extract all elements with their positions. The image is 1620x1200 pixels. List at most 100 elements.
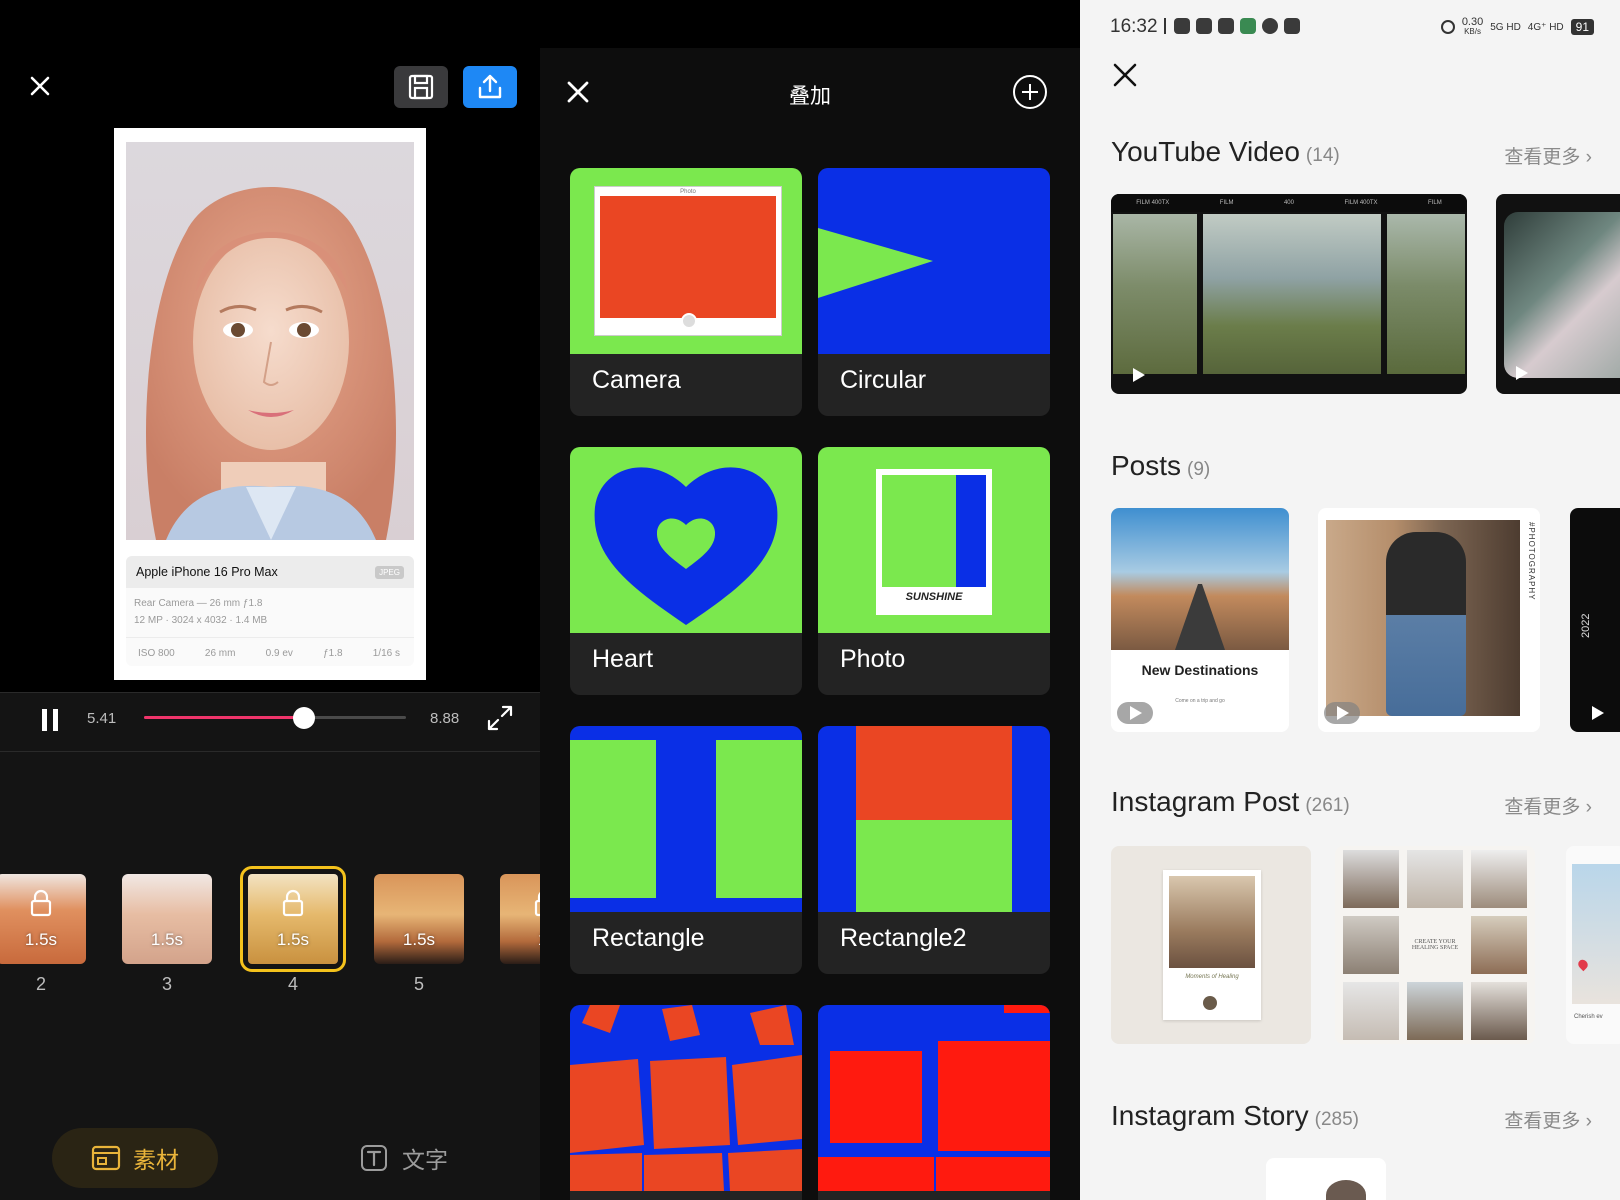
see-more-instagram-post[interactable]: 查看更多 › <box>1504 792 1592 819</box>
clip-duration: 1.5s <box>150 930 184 949</box>
overlay-label: Circular <box>840 366 927 394</box>
post-template-card-2[interactable]: #PHOTOGRAPHY <box>1318 508 1540 732</box>
instagram-story-card[interactable] <box>1266 1158 1386 1200</box>
overlay-card-heart[interactable]: Heart <box>570 447 802 695</box>
clip-number: 2 <box>35 974 46 994</box>
ig-card-caption: Moments of Healing <box>1185 974 1239 980</box>
clip-duration: 1.5s <box>402 930 436 949</box>
scrubber-progress <box>144 716 304 719</box>
stat-iso: ISO 800 <box>138 648 175 659</box>
close-icon[interactable] <box>26 72 54 100</box>
close-icon[interactable] <box>1112 62 1138 88</box>
instagram-post-card-3[interactable]: Cherish ev <box>1566 846 1620 1044</box>
post-template-card-3[interactable]: 2022 <box>1570 508 1620 732</box>
clip-duration: 1.5s <box>24 930 58 949</box>
overlay-card-photo[interactable]: SUNSHINE Photo <box>818 447 1050 695</box>
info-line-2: 12 MP · 3024 x 4032 · 1.4 MB <box>134 615 268 626</box>
signal-2: 4G⁺ HD <box>1527 21 1564 33</box>
overlay-card-rectangle2[interactable]: Rectangle2 <box>818 726 1050 974</box>
scrubber-track[interactable] <box>144 707 406 729</box>
export-button[interactable] <box>463 66 517 108</box>
wechat-icon <box>1174 18 1190 34</box>
circular-shape <box>818 228 933 298</box>
clip-number: 6 <box>500 974 541 995</box>
lock-icon <box>30 889 52 917</box>
post-card-side-text: #PHOTOGRAPHY <box>1527 522 1536 601</box>
clip-timeline: 1.5s 2 1.5s 3 1.5s 4 1.5s 5 1. 6 素材 文字 <box>0 752 540 1200</box>
section-title-posts: Posts (9) <box>1111 450 1211 481</box>
recycle-icon <box>1240 18 1256 34</box>
clip-thumbnail[interactable]: 1. <box>500 874 540 964</box>
post-template-card-1[interactable]: New Destinations Come on a trip and go <box>1111 508 1289 732</box>
signal-1: 5G HD <box>1490 21 1521 33</box>
lock-icon <box>534 892 540 917</box>
net-speed: 0.30 <box>1461 16 1484 28</box>
app-icon <box>1284 18 1300 34</box>
status-bar-right: 0.30 KB/s 5G HD 4G⁺ HD 91 <box>1440 16 1594 36</box>
instagram-post-card-1[interactable]: Moments of Healing <box>1111 846 1311 1044</box>
camera-shutter-icon <box>681 313 697 329</box>
share-upload-icon <box>478 74 502 99</box>
clip-thumbnail[interactable]: 1.5s <box>0 874 86 964</box>
youtube-template-card-2[interactable] <box>1496 194 1620 394</box>
play-icon <box>1117 702 1153 724</box>
section-title-instagram-post: Instagram Post (261) <box>1111 786 1350 817</box>
format-badge: JPEG <box>375 565 404 579</box>
overlay-card-circular[interactable]: Circular <box>818 168 1050 416</box>
pause-icon[interactable] <box>40 708 60 732</box>
material-icon <box>91 1145 121 1171</box>
templates-panel: 16:32 0.30 KB/s 5G HD 4G⁺ HD 91 YouTube … <box>1080 0 1620 1200</box>
tab-material[interactable]: 素材 <box>52 1128 218 1188</box>
camera-model: Apple iPhone 16 Pro Max <box>136 565 278 579</box>
overlay-label: Rectangle2 <box>840 924 967 952</box>
clip-duration: 1.5s <box>276 930 310 949</box>
play-icon <box>1592 706 1604 720</box>
text-icon <box>361 1145 387 1171</box>
stat-focal: 26 mm <box>204 648 236 659</box>
see-more-instagram-story[interactable]: 查看更多 › <box>1504 1106 1592 1133</box>
chat-bubble-icon <box>1262 18 1278 34</box>
photo-caption: SUNSHINE <box>905 591 963 603</box>
stat-aperture: ƒ1.8 <box>323 648 343 659</box>
portrait-photo <box>126 142 414 540</box>
tiktok-icon <box>1218 18 1234 34</box>
upload-icon <box>1164 18 1168 34</box>
overlay-card-rectangle[interactable]: Rectangle <box>570 726 802 974</box>
portrait-illustration <box>146 187 396 540</box>
info-line-1: Rear Camera — 26 mm ƒ1.8 <box>134 598 263 609</box>
play-icon <box>1324 702 1360 724</box>
ig-card-caption: Cherish ev <box>1574 1014 1603 1020</box>
info-stats: ISO 800 26 mm 0.9 ev ƒ1.8 1/16 s <box>126 637 414 659</box>
panel-title: 叠加 <box>789 85 831 108</box>
instagram-post-card-2[interactable]: CREATE YOUR HEALING SPACE <box>1335 846 1535 1044</box>
status-notification-icons <box>1164 18 1300 34</box>
overlay-card-tiles[interactable] <box>570 1005 802 1200</box>
total-time: 8.88 <box>430 710 460 727</box>
playback-controls: 5.41 8.88 <box>0 692 540 752</box>
overlay-card-camera[interactable]: Photo Camera <box>570 168 802 416</box>
clip-thumbnail[interactable]: 1.5s <box>374 874 464 964</box>
tab-text[interactable]: 文字 <box>360 1128 510 1188</box>
editor-panel: Apple iPhone 16 Pro Max JPEG Rear Camera… <box>0 0 540 1200</box>
save-button[interactable] <box>394 66 448 108</box>
youtube-template-card[interactable]: FILM 400TX FILM 400 FILM 400TX FILM <box>1111 194 1467 394</box>
overlay-card-blocks[interactable] <box>818 1005 1050 1200</box>
clip-thumbnail[interactable]: 1.5s <box>240 866 346 972</box>
clip-number: 3 <box>161 974 172 994</box>
fullscreen-icon[interactable] <box>485 703 515 733</box>
ig-card-center-text: CREATE YOUR HEALING SPACE <box>1411 939 1459 951</box>
tab-material-label: 素材 <box>133 1147 179 1173</box>
clip-thumbnail[interactable]: 1.5s <box>122 874 212 964</box>
heart-icon <box>1576 957 1590 972</box>
video-preview[interactable]: Apple iPhone 16 Pro Max JPEG Rear Camera… <box>114 128 426 680</box>
pause-icon <box>1203 996 1217 1010</box>
overlay-label: Camera <box>592 366 681 394</box>
stat-ev: 0.9 ev <box>265 648 293 659</box>
camera-mini-title: Photo <box>680 189 696 195</box>
see-more-youtube[interactable]: 查看更多 › <box>1504 142 1592 169</box>
tiles-shape <box>570 1005 802 1191</box>
add-circle-icon[interactable] <box>1012 74 1048 110</box>
scrubber-handle[interactable] <box>292 707 315 729</box>
heart-shape <box>594 467 778 625</box>
section-title-instagram-story: Instagram Story (285) <box>1111 1100 1359 1131</box>
